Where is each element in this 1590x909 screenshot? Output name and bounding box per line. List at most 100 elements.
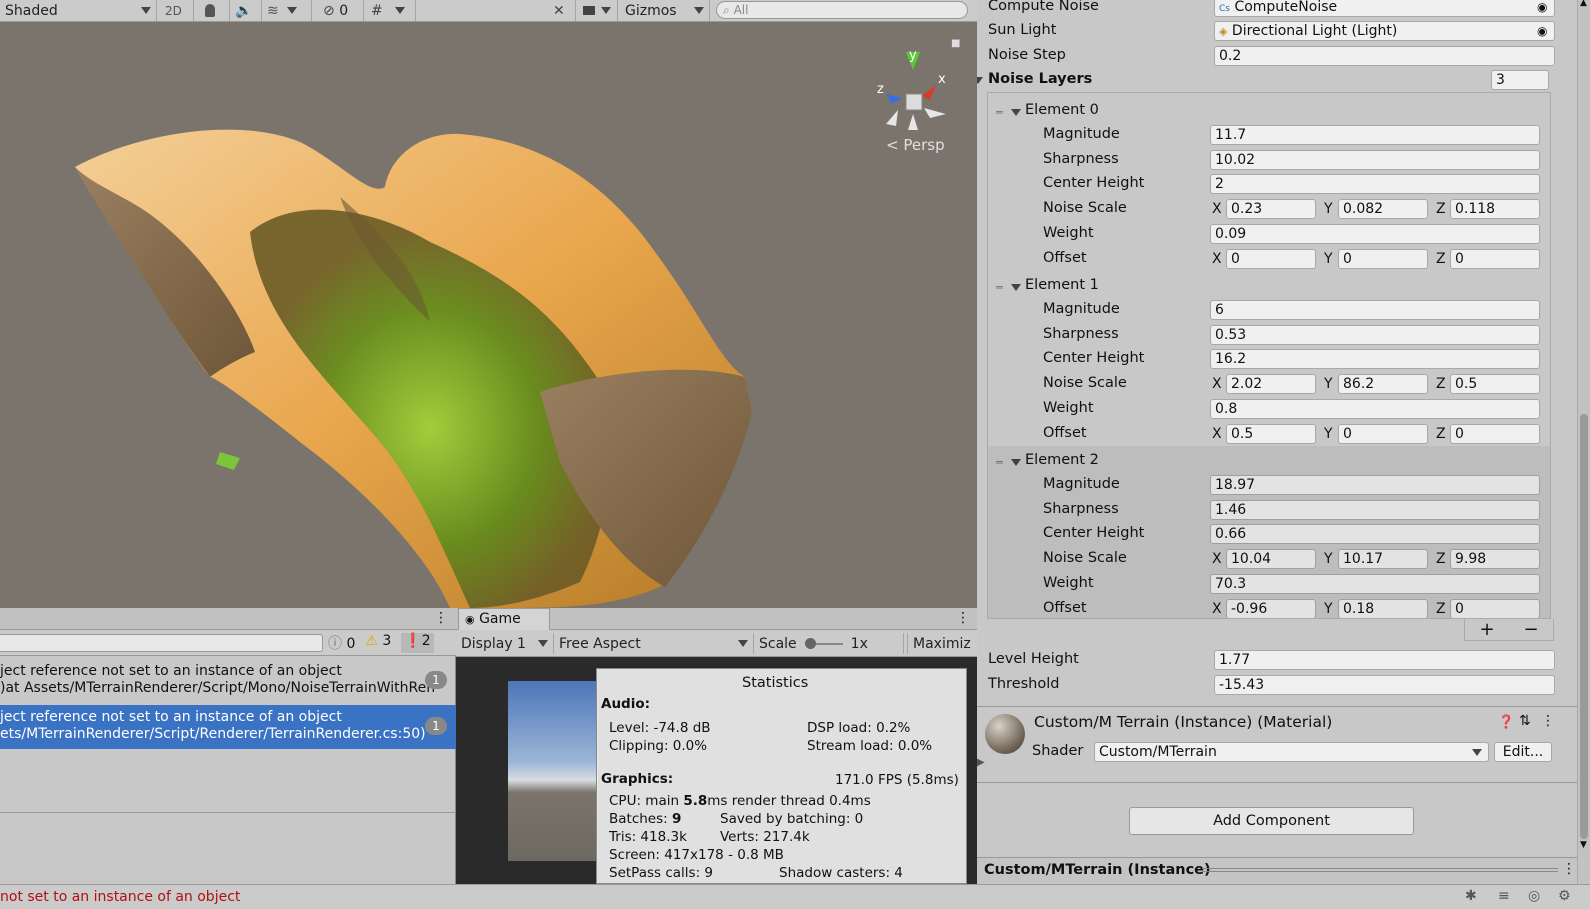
orientation-gizmo[interactable]: y x z	[868, 48, 958, 143]
noise-scale-z-field[interactable]: 0.5	[1450, 374, 1540, 395]
element-title[interactable]: Element 0	[1025, 102, 1099, 118]
foldout-arrow-icon[interactable]: ▶	[977, 757, 985, 768]
aspect-dropdown[interactable]: Free Aspect	[554, 633, 754, 654]
center-height-field[interactable]: 0.66	[1210, 524, 1540, 545]
sharpness-field[interactable]: 1.46	[1210, 499, 1540, 520]
display-dropdown[interactable]: Display 1	[456, 633, 554, 654]
weight-field[interactable]: 0.09	[1210, 223, 1540, 244]
console-entry[interactable]: ject reference not set to an instance of…	[0, 705, 456, 749]
foldout-arrow-icon[interactable]	[1011, 284, 1021, 291]
magnitude-field[interactable]: 11.7	[1210, 125, 1540, 145]
scale-slider[interactable]: Scale 1x	[754, 633, 904, 654]
edit-shader-button[interactable]: Edit...	[1494, 742, 1552, 762]
scene-view[interactable]: y x z ■ < Persp	[0, 22, 977, 608]
add-component-button[interactable]: Add Component	[1129, 807, 1414, 835]
field-label-weight: Weight	[1043, 574, 1094, 591]
sharpness-field[interactable]: 10.02	[1210, 149, 1540, 170]
foldout-arrow-icon[interactable]	[977, 77, 983, 84]
noise-step-field[interactable]: 0.2	[1214, 46, 1555, 66]
hidden-objects-toggle[interactable]: ⊘ 0	[318, 0, 364, 21]
remove-element-button[interactable]: −	[1523, 619, 1538, 640]
camera-dropdown[interactable]	[578, 0, 618, 21]
gizmos-dropdown[interactable]: Gizmos	[620, 0, 710, 21]
context-menu-icon[interactable]: ⋮	[434, 610, 448, 626]
status-message[interactable]: not set to an instance of an object	[0, 889, 240, 905]
scroll-up-icon[interactable]: ▲	[1580, 0, 1587, 8]
noise-layers-label[interactable]: Noise Layers	[988, 71, 1092, 87]
object-picker-icon[interactable]: ◉	[1537, 24, 1547, 38]
offset-y-field[interactable]: 0.18	[1338, 598, 1428, 619]
grid-dropdown[interactable]: #	[366, 0, 416, 21]
presets-icon[interactable]: ⇅	[1519, 713, 1531, 729]
2d-toggle-button[interactable]: 2D	[160, 0, 194, 21]
effects-dropdown[interactable]: ≋	[262, 0, 312, 21]
noise-scale-y-field[interactable]: 0.082	[1338, 199, 1428, 220]
progress-icon[interactable]: ◎	[1528, 888, 1540, 904]
lighting-toggle-button[interactable]	[200, 0, 230, 21]
scroll-down-icon[interactable]: ▼	[1580, 840, 1587, 850]
console-search-input[interactable]	[0, 634, 323, 652]
noise-scale-y-field[interactable]: 86.2	[1338, 374, 1428, 395]
help-icon[interactable]: ❓	[1498, 715, 1514, 730]
offset-z-field[interactable]: 0	[1450, 423, 1540, 444]
drag-handle-icon[interactable]: ═	[996, 456, 1003, 469]
context-menu-icon[interactable]: ⋮	[956, 610, 970, 626]
foldout-arrow-icon[interactable]	[1011, 109, 1021, 116]
magnitude-field[interactable]: 18.97	[1210, 475, 1540, 495]
offset-x-field[interactable]: -0.96	[1226, 598, 1316, 619]
slider-thumb[interactable]	[804, 637, 816, 649]
offset-y-field[interactable]: 0	[1338, 423, 1428, 444]
offset-x-field[interactable]: 0	[1226, 248, 1316, 269]
scrollbar-thumb[interactable]	[1580, 414, 1588, 839]
threshold-field[interactable]: -15.43	[1214, 675, 1555, 695]
noise-scale-z-field[interactable]: 0.118	[1450, 199, 1540, 220]
foldout-arrow-icon[interactable]	[1011, 459, 1021, 466]
tab-game[interactable]: ◉ Game	[458, 608, 550, 630]
sharpness-field[interactable]: 0.53	[1210, 324, 1540, 345]
offset-x-field[interactable]: 0.5	[1226, 423, 1316, 444]
offset-y-field[interactable]: 0	[1338, 248, 1428, 269]
cache-icon[interactable]: ≡	[1498, 888, 1510, 904]
settings-icon[interactable]: ⚙	[1558, 888, 1571, 904]
object-picker-icon[interactable]: ◉	[1537, 0, 1547, 14]
weight-field[interactable]: 70.3	[1210, 573, 1540, 594]
inspector-scrollbar[interactable]: ▲ ▼	[1577, 0, 1590, 884]
offset-z-field[interactable]: 0	[1450, 248, 1540, 269]
shading-mode-dropdown[interactable]: Shaded	[0, 0, 157, 21]
weight-field[interactable]: 0.8	[1210, 398, 1540, 419]
tools-button[interactable]: ✕	[548, 0, 576, 21]
center-height-field[interactable]: 16.2	[1210, 349, 1540, 370]
noise-scale-z-field[interactable]: 9.98	[1450, 549, 1540, 570]
shader-dropdown[interactable]: Custom/MTerrain	[1094, 742, 1489, 762]
add-element-button[interactable]: +	[1479, 619, 1494, 640]
context-menu-icon[interactable]: ⋮	[1562, 861, 1576, 877]
context-menu-icon[interactable]: ⋮	[1541, 713, 1555, 729]
noise-scale-x-field[interactable]: 10.04	[1226, 549, 1316, 570]
magnitude-field[interactable]: 6	[1210, 300, 1540, 320]
lock-icon[interactable]: ■	[951, 38, 960, 49]
noise-scale-y-field[interactable]: 10.17	[1338, 549, 1428, 570]
element-title[interactable]: Element 2	[1025, 452, 1099, 468]
noise-scale-x-field[interactable]: 0.23	[1226, 199, 1316, 220]
noise-scale-x-field[interactable]: 2.02	[1226, 374, 1316, 395]
axis-z-label: Z	[1436, 425, 1446, 442]
projection-toggle[interactable]: < Persp	[886, 136, 945, 154]
search-input[interactable]: ⌕ All	[716, 1, 968, 19]
offset-z-field[interactable]: 0	[1450, 598, 1540, 619]
drag-handle-icon[interactable]: ═	[996, 106, 1003, 119]
sun-light-field[interactable]: ◈ Directional Light (Light)	[1214, 21, 1555, 41]
warning-filter-toggle[interactable]: ⚠ 3	[365, 633, 391, 653]
audio-toggle-button[interactable]: 🔈	[230, 0, 262, 21]
error-filter-toggle[interactable]: ❗2	[401, 633, 434, 653]
preview-drag-handle[interactable]	[1202, 868, 1558, 872]
center-height-field[interactable]: 2	[1210, 174, 1540, 195]
debug-icon[interactable]: ✱	[1465, 888, 1477, 904]
noise-layers-size-field[interactable]: 3	[1491, 70, 1549, 90]
drag-handle-icon[interactable]: ═	[996, 281, 1003, 294]
log-filter-toggle[interactable]: ⓘ 0	[328, 633, 355, 653]
console-entry[interactable]: ject reference not set to an instance of…	[0, 659, 456, 703]
compute-noise-field[interactable]: Cs ComputeNoise	[1214, 0, 1555, 17]
element-title[interactable]: Element 1	[1025, 277, 1099, 293]
level-height-field[interactable]: 1.77	[1214, 650, 1555, 670]
maximize-toggle[interactable]: Maximiz	[907, 633, 977, 654]
